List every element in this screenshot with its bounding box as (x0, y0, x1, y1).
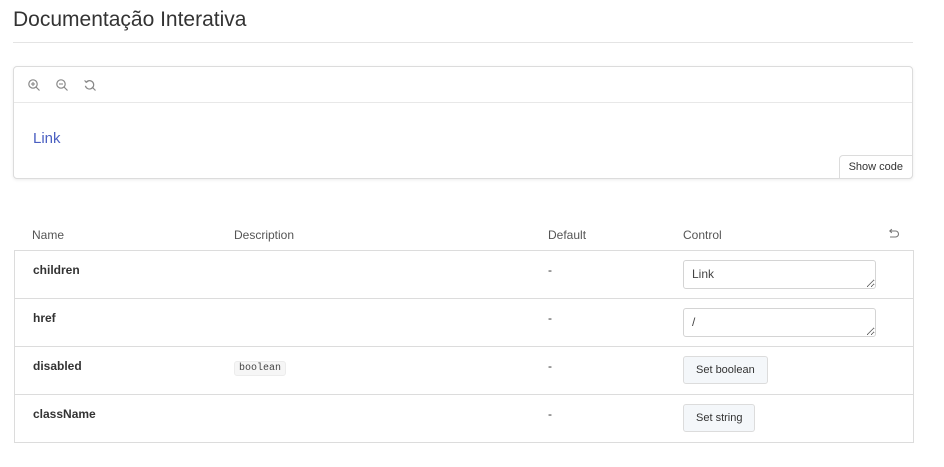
page-title: Documentação Interativa (13, 8, 247, 31)
preview-link[interactable]: Link (33, 130, 61, 147)
arg-default: - (548, 299, 683, 347)
header-default: Default (548, 219, 683, 251)
title-divider (13, 42, 913, 43)
arg-default: - (548, 395, 683, 443)
preview-canvas: Link Show code (13, 66, 913, 179)
arg-name: children (14, 251, 234, 299)
arg-control: / (683, 299, 914, 347)
reset-zoom-icon[interactable] (82, 77, 98, 93)
header-description: Description (234, 219, 548, 251)
table-header-row: Name Description Default Control (14, 219, 914, 251)
header-control-label: Control (683, 227, 722, 242)
undo-icon[interactable] (887, 228, 900, 240)
table-row: className - Set string (14, 395, 914, 443)
args-table: Name Description Default Control childre… (14, 219, 914, 443)
header-name: Name (14, 219, 234, 251)
children-text-input[interactable]: Link (683, 260, 876, 289)
arg-control: Set boolean (683, 347, 914, 395)
arg-control: Link (683, 251, 914, 299)
header-control: Control (683, 219, 914, 251)
arg-description (234, 395, 548, 443)
arg-default: - (548, 251, 683, 299)
type-badge: boolean (234, 361, 287, 376)
table-row: disabled boolean - Set boolean (14, 347, 914, 395)
arg-description (234, 251, 548, 299)
set-string-button[interactable]: Set string (683, 404, 756, 432)
table-row: href - / (14, 299, 914, 347)
arg-name: disabled (14, 347, 234, 395)
zoom-in-icon[interactable] (26, 77, 42, 93)
set-boolean-button[interactable]: Set boolean (683, 356, 768, 384)
table-row: children - Link (14, 251, 914, 299)
arg-default: - (548, 347, 683, 395)
arg-name: href (14, 299, 234, 347)
arg-description: boolean (234, 347, 548, 395)
zoom-out-icon[interactable] (54, 77, 70, 93)
preview-toolbar (14, 67, 912, 103)
arg-description (234, 299, 548, 347)
arg-name: className (14, 395, 234, 443)
arg-control: Set string (683, 395, 914, 443)
show-code-button[interactable]: Show code (838, 155, 913, 179)
href-text-input[interactable]: / (683, 308, 876, 337)
